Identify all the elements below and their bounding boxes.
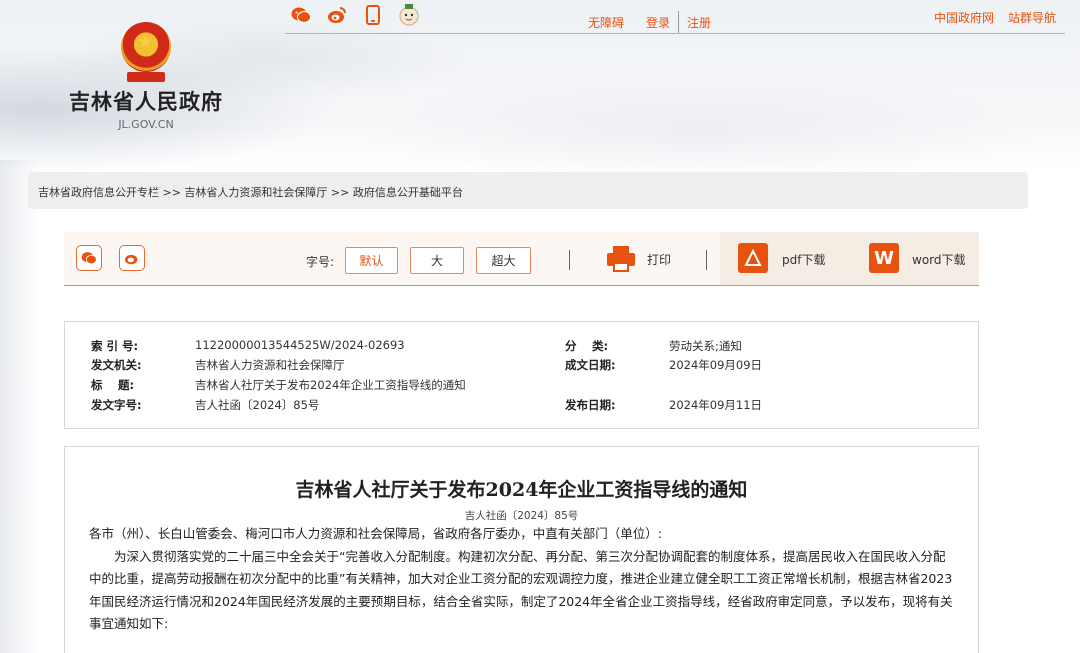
index-label: 索 引 号: xyxy=(91,339,139,353)
share-weibo-icon[interactable] xyxy=(119,245,145,271)
article-body: 吉林省人社厅关于发布2024年企业工资指导线的通知 吉人社函〔2024〕85号 … xyxy=(64,446,979,653)
document-metadata: 索 引 号: 11220000013544525W/2024-02693 分 类… xyxy=(64,321,979,429)
index-value: 11220000013544525W/2024-02693 xyxy=(195,338,405,352)
account-links: 无障碍 登录 注册 xyxy=(588,11,711,33)
font-large-button[interactable]: 大 xyxy=(410,247,464,274)
article-paragraph: 为深入贯彻落实党的二十届三中全会关于“完善收入分配制度。构建初次分配、再分配、第… xyxy=(89,548,953,632)
social-icons xyxy=(290,4,420,26)
top-right-links: 中国政府网 站群导航 xyxy=(934,9,1056,26)
article-doc-number: 吉人社函〔2024〕85号 xyxy=(464,510,579,522)
national-emblem-icon xyxy=(117,20,175,84)
word-icon[interactable]: W xyxy=(869,243,899,273)
site-domain: JL.GOV.CN xyxy=(118,118,174,131)
register-link[interactable]: 注册 xyxy=(687,14,711,31)
breadcrumb[interactable]: 吉林省政府信息公开专栏 >> 吉林省人力资源和社会保障厅 >> 政府信息公开基础… xyxy=(28,172,1028,209)
article-salutation: 各市（州）、长白山管委会、梅河口市人力资源和社会保障局，省政府各厅委办，中直有关… xyxy=(89,526,662,541)
font-default-button[interactable]: 默认 xyxy=(345,247,398,274)
divider xyxy=(678,11,680,33)
divider xyxy=(569,250,570,270)
site-name: 吉林省人民政府 xyxy=(69,90,223,114)
doc-number-label: 发文字号: xyxy=(91,398,142,412)
category-label: 分 类: xyxy=(565,339,609,353)
weibo-icon[interactable] xyxy=(326,4,348,26)
divider xyxy=(706,250,707,270)
mascot-icon[interactable] xyxy=(398,4,420,26)
mobile-icon[interactable] xyxy=(362,4,384,26)
font-xlarge-button[interactable]: 超大 xyxy=(476,247,531,274)
issuer-label: 发文机关: xyxy=(91,358,142,372)
site-logo[interactable]: 吉林省人民政府 JL.GOV.CN xyxy=(62,20,230,131)
print-button[interactable]: 打印 xyxy=(647,251,671,268)
article-toolbar: 字号: 默认 大 超大 打印 pdf下载 W word下载 xyxy=(64,232,979,286)
gov-link[interactable]: 中国政府网 xyxy=(934,9,994,26)
title-value: 吉林省人社厅关于发布2024年企业工资指导线的通知 xyxy=(195,378,466,392)
created-date-value: 2024年09月09日 xyxy=(669,358,763,372)
pdf-icon[interactable] xyxy=(738,243,768,273)
site-nav-link[interactable]: 站群导航 xyxy=(1008,9,1056,26)
word-download-button[interactable]: word下载 xyxy=(912,251,966,268)
login-link[interactable]: 登录 xyxy=(646,14,670,31)
share-weixin-icon[interactable] xyxy=(76,245,102,271)
category-value: 劳动关系;通知 xyxy=(669,339,742,353)
top-divider xyxy=(285,33,1065,34)
weixin-icon[interactable] xyxy=(290,4,312,26)
pdf-download-button[interactable]: pdf下载 xyxy=(782,251,825,268)
doc-number-value: 吉人社函〔2024〕85号 xyxy=(195,398,320,412)
font-size-label: 字号: xyxy=(306,255,335,269)
published-date-value: 2024年09月11日 xyxy=(669,398,763,412)
article-title: 吉林省人社厅关于发布2024年企业工资指导线的通知 xyxy=(295,479,748,501)
side-decoration xyxy=(0,160,40,653)
created-date-label: 成文日期: xyxy=(565,358,616,372)
printer-icon[interactable] xyxy=(607,246,635,272)
title-label: 标 题: xyxy=(91,378,135,392)
published-date-label: 发布日期: xyxy=(565,398,616,412)
issuer-value: 吉林省人力资源和社会保障厅 xyxy=(195,358,345,372)
accessibility-link[interactable]: 无障碍 xyxy=(588,14,624,31)
